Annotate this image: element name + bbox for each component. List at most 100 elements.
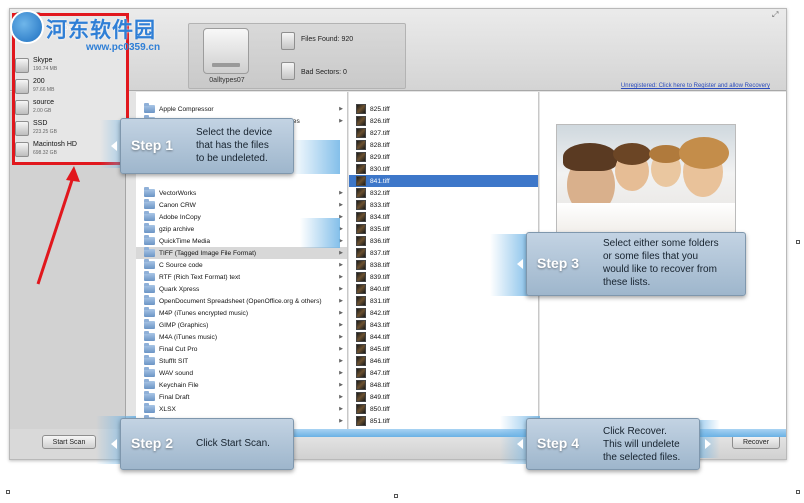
family-photo — [556, 124, 736, 234]
file-row[interactable]: 832.tiff — [349, 187, 538, 199]
file-name: 825.tiff — [370, 105, 390, 113]
step2-text: Click Start Scan. — [196, 438, 270, 449]
document-icon — [281, 32, 295, 50]
file-type-row[interactable]: Final Draft ▶ — [136, 391, 347, 403]
file-type-row[interactable]: VectorWorks ▶ — [136, 187, 347, 199]
file-row[interactable]: 849.tiff — [349, 391, 538, 403]
step1-label: Step 1 — [131, 137, 174, 153]
file-type-label: VectorWorks — [159, 189, 197, 197]
file-row[interactable]: 826.tiff — [349, 115, 538, 127]
file-row[interactable]: 831.tiff — [349, 295, 538, 307]
file-type-label: Final Draft — [159, 393, 190, 401]
file-row[interactable]: 829.tiff — [349, 151, 538, 163]
folder-icon — [144, 379, 155, 389]
file-type-row[interactable]: Apple Compressor ▶ — [136, 103, 347, 115]
file-type-row[interactable]: Canon CRW ▶ — [136, 199, 347, 211]
image-thumbnail-icon — [356, 140, 366, 150]
file-type-row[interactable]: Keychain File ▶ — [136, 379, 347, 391]
watermark-url: www.pc0359.cn — [86, 42, 161, 53]
image-thumbnail-icon — [356, 104, 366, 114]
image-thumbnail-icon — [356, 320, 366, 330]
image-thumbnail-icon — [356, 272, 366, 282]
file-name: 840.tiff — [370, 285, 390, 293]
resize-handle — [6, 490, 10, 494]
folder-icon — [144, 223, 155, 233]
step1-pointer-icon — [111, 141, 117, 151]
file-row[interactable]: 842.tiff — [349, 307, 538, 319]
file-row[interactable]: 845.tiff — [349, 343, 538, 355]
file-row[interactable]: 841.tiff — [349, 175, 538, 187]
register-link[interactable]: Unregistered: Click here to Register and… — [621, 83, 770, 89]
fullscreen-icon[interactable]: ⤢ — [772, 11, 780, 19]
step1-callout: Step 1 Select the device that has the fi… — [111, 118, 294, 174]
file-type-row[interactable]: RTF (Rich Text Format) text ▶ — [136, 271, 347, 283]
image-thumbnail-icon — [356, 380, 366, 390]
file-row[interactable]: 833.tiff — [349, 199, 538, 211]
file-type-row[interactable]: M4P (iTunes encrypted music) ▶ — [136, 307, 347, 319]
folder-icon — [144, 235, 155, 245]
file-row[interactable]: 847.tiff — [349, 367, 538, 379]
chevron-right-icon: ▶ — [339, 370, 343, 376]
folder-icon — [144, 247, 155, 257]
file-row[interactable]: 848.tiff — [349, 379, 538, 391]
red-arrow-icon — [36, 166, 80, 285]
file-type-row[interactable]: OpenDocument Spreadsheet (OpenOffice.org… — [136, 295, 347, 307]
chevron-right-icon: ▶ — [339, 358, 343, 364]
file-name: 850.tiff — [370, 405, 390, 413]
image-thumbnail-icon — [356, 308, 366, 318]
folder-icon — [144, 331, 155, 341]
file-type-row[interactable]: M4A (iTunes music) ▶ — [136, 331, 347, 343]
file-row[interactable]: 830.tiff — [349, 163, 538, 175]
image-thumbnail-icon — [356, 368, 366, 378]
recover-button[interactable]: Recover — [732, 435, 780, 449]
image-thumbnail-icon — [356, 116, 366, 126]
chevron-right-icon: ▶ — [339, 310, 343, 316]
file-type-label: GIMP (Graphics) — [159, 321, 209, 329]
image-thumbnail-icon — [356, 296, 366, 306]
file-row[interactable]: 846.tiff — [349, 355, 538, 367]
file-row[interactable]: 828.tiff — [349, 139, 538, 151]
image-thumbnail-icon — [356, 248, 366, 258]
hard-drive-icon — [203, 28, 249, 74]
file-type-row[interactable]: TIFF (Tagged Image File Format) ▶ — [136, 247, 347, 259]
step4-label: Step 4 — [537, 435, 580, 451]
file-type-label: Keychain File — [159, 381, 199, 389]
chevron-right-icon: ▶ — [339, 406, 343, 412]
file-type-row[interactable]: WAV sound ▶ — [136, 367, 347, 379]
image-thumbnail-icon — [356, 404, 366, 414]
files-found-value: 920 — [341, 36, 354, 43]
file-name: 849.tiff — [370, 393, 390, 401]
file-type-label: M4A (iTunes music) — [159, 333, 218, 341]
file-row[interactable]: 843.tiff — [349, 319, 538, 331]
image-thumbnail-icon — [356, 128, 366, 138]
file-type-row[interactable]: Final Cut Pro ▶ — [136, 343, 347, 355]
file-row[interactable]: 844.tiff — [349, 331, 538, 343]
folder-icon — [144, 403, 155, 413]
file-type-label: M4P (iTunes encrypted music) — [159, 309, 249, 317]
watermark-title: 河东软件园 — [46, 19, 156, 42]
file-name: 836.tiff — [370, 237, 390, 245]
step4-pointer-right-icon — [705, 439, 711, 449]
step2-label: Step 2 — [131, 435, 174, 451]
image-thumbnail-icon — [356, 260, 366, 270]
file-row[interactable]: 825.tiff — [349, 103, 538, 115]
bad-sector-icon — [281, 62, 295, 80]
watermark-logo — [10, 10, 44, 44]
file-type-label: TIFF (Tagged Image File Format) — [159, 249, 257, 257]
file-type-row[interactable]: GIMP (Graphics) ▶ — [136, 319, 347, 331]
file-name: 843.tiff — [370, 321, 390, 329]
file-type-row[interactable]: Quark Xpress ▶ — [136, 283, 347, 295]
file-type-row[interactable]: StuffIt SIT ▶ — [136, 355, 347, 367]
image-thumbnail-icon — [356, 176, 366, 186]
image-thumbnail-icon — [356, 284, 366, 294]
file-row[interactable]: 827.tiff — [349, 127, 538, 139]
chevron-right-icon: ▶ — [339, 394, 343, 400]
file-row[interactable]: 834.tiff — [349, 211, 538, 223]
file-type-row[interactable]: XLSX ▶ — [136, 403, 347, 415]
file-type-row[interactable]: C Source code ▶ — [136, 259, 347, 271]
file-row[interactable]: 850.tiff — [349, 403, 538, 415]
step4-pointer-icon — [517, 439, 523, 449]
file-name: 835.tiff — [370, 225, 390, 233]
start-scan-button[interactable]: Start Scan — [42, 435, 96, 449]
folder-icon — [144, 271, 155, 281]
